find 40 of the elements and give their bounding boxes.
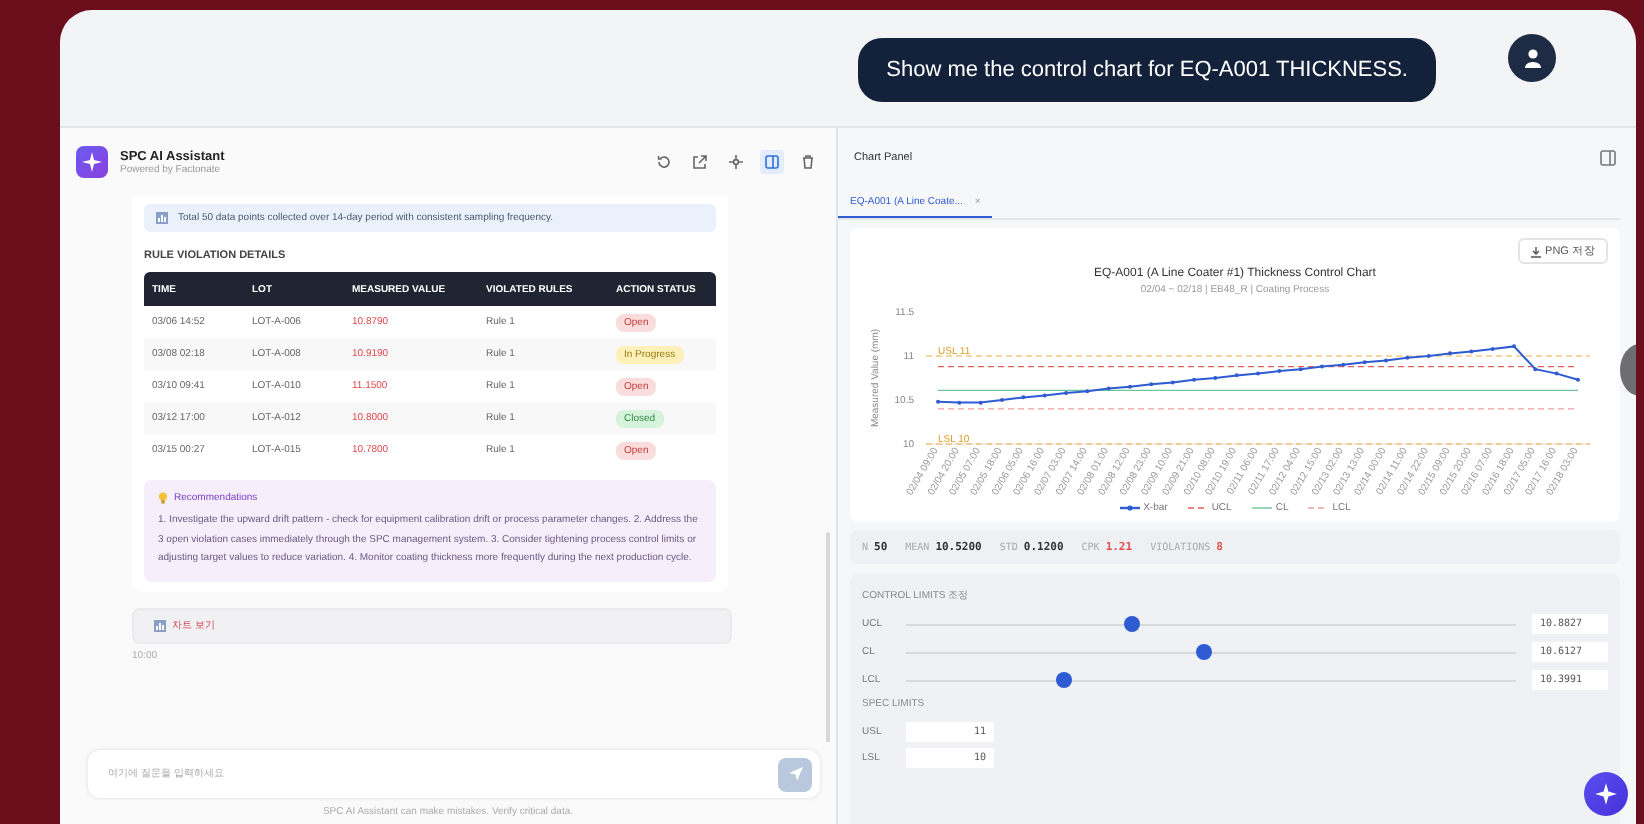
slider-thumb[interactable] [1056,672,1073,688]
slider-thumb[interactable] [1196,644,1213,660]
share-icon[interactable] [688,150,712,174]
panel-icon[interactable] [1600,150,1616,166]
chart-icon [154,619,166,631]
send-icon [787,766,803,782]
download-icon [1529,245,1542,257]
scrollbar[interactable] [826,532,830,742]
avatar-icon[interactable] [1508,34,1556,82]
panel-icon[interactable] [760,150,784,174]
chat-message: Show me the control chart for EQ-A001 THICKNESS. [858,38,1436,102]
legend-swatch [1119,504,1140,512]
history-icon[interactable] [652,150,676,174]
data-point [1361,360,1366,365]
data-point [1340,362,1345,367]
data-point [1105,386,1110,391]
logo-icon [76,146,108,178]
data-point [1148,382,1153,387]
data-point [1084,389,1089,394]
data-point [1468,349,1473,354]
data-point [1276,368,1281,373]
data-point [1020,395,1025,400]
data-point [1233,373,1238,378]
data-point [1532,367,1537,372]
data-point [1489,346,1494,351]
legend-swatch [1308,504,1329,512]
data-point [1169,380,1174,385]
data-point [1553,371,1558,376]
data-point [1297,367,1302,372]
legend-swatch [1251,504,1272,512]
slider-thumb[interactable] [1123,616,1140,632]
data-point [1404,355,1409,360]
data-point [1041,393,1046,398]
data-point [977,400,982,405]
nodes-icon[interactable] [724,150,748,174]
legend-swatch [1187,504,1208,512]
chart-icon [156,212,168,224]
sparkle-icon [1594,782,1618,806]
data-point [956,400,961,405]
lightbulb-icon [158,492,168,504]
